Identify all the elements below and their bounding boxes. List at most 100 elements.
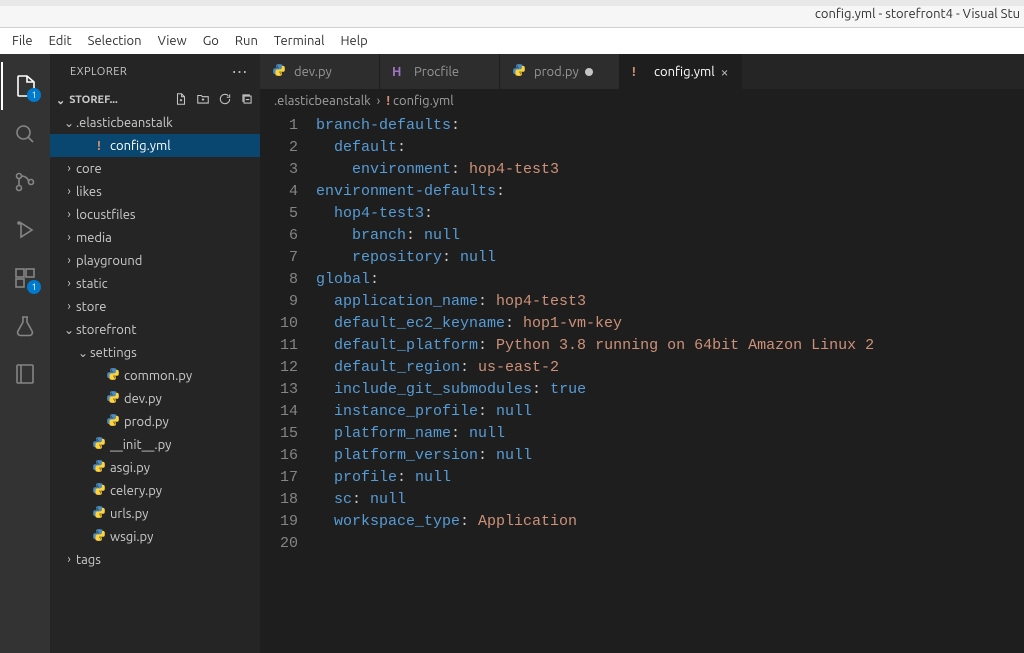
tab-dev.py[interactable]: dev.py — [260, 54, 380, 89]
editor-area: dev.py H Procfile prod.py! config.yml × .elas… — [260, 54, 1024, 653]
activity-other[interactable] — [1, 350, 49, 398]
tree-label: store — [76, 300, 106, 314]
refresh-icon[interactable] — [218, 92, 232, 109]
tree-label: wsgi.py — [110, 530, 153, 544]
menu-edit[interactable]: Edit — [41, 32, 80, 50]
tree-label: asgi.py — [110, 461, 150, 475]
chevron-icon: ⌄ — [62, 323, 76, 337]
chevron-icon: › — [62, 553, 76, 566]
chevron-icon: › — [62, 277, 76, 290]
menu-go[interactable]: Go — [195, 32, 227, 50]
activity-explorer[interactable]: 1 — [1, 62, 49, 110]
file-dev.py[interactable]: dev.py — [50, 387, 260, 410]
python-icon — [106, 367, 120, 384]
tree-label: celery.py — [110, 484, 162, 498]
tab-prod.py[interactable]: prod.py — [500, 54, 620, 89]
tab-Procfile[interactable]: H Procfile — [380, 54, 500, 89]
tree-label: .elasticbeanstalk — [76, 116, 173, 130]
tab-config.yml[interactable]: ! config.yml × — [620, 54, 742, 89]
folder-storefront[interactable]: ⌄storefront — [50, 318, 260, 341]
menu-terminal[interactable]: Terminal — [266, 32, 333, 50]
tree-label: config.yml — [110, 139, 171, 153]
menu-help[interactable]: Help — [332, 32, 375, 50]
tree-label: prod.py — [124, 415, 169, 429]
procfile-icon: H — [392, 65, 401, 79]
sidebar-more-icon[interactable]: ⋯ — [232, 62, 249, 81]
tab-label: config.yml — [654, 65, 715, 79]
folder-.elasticbeanstalk[interactable]: ⌄.elasticbeanstalk — [50, 111, 260, 134]
window-title: config.yml - storefront4 - Visual Stu — [815, 7, 1020, 21]
close-icon[interactable]: × — [721, 64, 729, 80]
folder-tags[interactable]: ›tags — [50, 548, 260, 571]
breadcrumb-item[interactable]: .elasticbeanstalk — [274, 94, 371, 108]
extensions-badge: 1 — [27, 280, 41, 294]
folder-settings[interactable]: ⌄settings — [50, 341, 260, 364]
file-urls.py[interactable]: urls.py — [50, 502, 260, 525]
python-icon — [512, 63, 526, 80]
folder-locustfiles[interactable]: ›locustfiles — [50, 203, 260, 226]
window-titlebar: config.yml - storefront4 - Visual Stu — [0, 0, 1024, 28]
file-config.yml[interactable]: !config.yml — [50, 134, 260, 157]
tab-label: prod.py — [534, 65, 579, 79]
python-icon — [92, 436, 106, 453]
menu-view[interactable]: View — [150, 32, 195, 50]
activity-search[interactable] — [1, 110, 49, 158]
python-icon — [92, 459, 106, 476]
python-icon — [272, 63, 286, 80]
menu-selection[interactable]: Selection — [80, 32, 150, 50]
activity-testing[interactable] — [1, 302, 49, 350]
chevron-icon: › — [62, 300, 76, 313]
file-tree: ⌄.elasticbeanstalk!config.yml›core›likes… — [50, 111, 260, 653]
explorer-badge: 1 — [27, 88, 41, 102]
file-asgi.py[interactable]: asgi.py — [50, 456, 260, 479]
file-common.py[interactable]: common.py — [50, 364, 260, 387]
activity-source-control[interactable] — [1, 158, 49, 206]
folder-store[interactable]: ›store — [50, 295, 260, 318]
tree-label: likes — [76, 185, 102, 199]
tree-label: media — [76, 231, 112, 245]
file-celery.py[interactable]: celery.py — [50, 479, 260, 502]
tree-label: settings — [90, 346, 137, 360]
menu-file[interactable]: File — [4, 32, 41, 50]
project-header[interactable]: ⌄ STOREF... — [50, 89, 260, 111]
tree-label: static — [76, 277, 108, 291]
new-folder-icon[interactable] — [196, 92, 210, 109]
new-file-icon[interactable] — [174, 92, 188, 109]
chevron-icon: › — [62, 254, 76, 267]
chevron-icon: › — [62, 162, 76, 175]
tree-label: playground — [76, 254, 142, 268]
tab-label: Procfile — [414, 65, 459, 79]
code-content[interactable]: branch-defaults:default:environment: hop… — [316, 113, 1024, 653]
collapse-all-icon[interactable] — [240, 92, 254, 109]
python-icon — [106, 390, 120, 407]
line-gutter: 1234567891011121314151617181920 — [260, 113, 316, 653]
python-icon — [92, 528, 106, 545]
python-icon — [106, 413, 120, 430]
tree-label: storefront — [76, 323, 136, 337]
chevron-down-icon: ⌄ — [56, 94, 65, 107]
project-name: STOREF... — [69, 94, 174, 106]
file-wsgi.py[interactable]: wsgi.py — [50, 525, 260, 548]
folder-core[interactable]: ›core — [50, 157, 260, 180]
folder-media[interactable]: ›media — [50, 226, 260, 249]
chevron-icon: ⌄ — [62, 116, 76, 130]
editor-tabs: dev.py H Procfile prod.py! config.yml × — [260, 54, 1024, 89]
folder-playground[interactable]: ›playground — [50, 249, 260, 272]
tree-label: urls.py — [110, 507, 148, 521]
activity-extensions[interactable]: 1 — [1, 254, 49, 302]
chevron-icon: ⌄ — [76, 346, 90, 360]
yaml-icon: ! — [632, 65, 636, 79]
file-__init__.py[interactable]: __init__.py — [50, 433, 260, 456]
editor[interactable]: 1234567891011121314151617181920 branch-d… — [260, 113, 1024, 653]
tree-label: locustfiles — [76, 208, 136, 222]
folder-likes[interactable]: ›likes — [50, 180, 260, 203]
breadcrumb-item[interactable]: ! config.yml — [386, 94, 453, 108]
breadcrumbs[interactable]: .elasticbeanstalk›! config.yml — [260, 89, 1024, 113]
folder-static[interactable]: ›static — [50, 272, 260, 295]
sidebar: EXPLORER ⋯ ⌄ STOREF... ⌄.elasticb — [50, 54, 260, 653]
menu-run[interactable]: Run — [227, 32, 266, 50]
python-icon — [92, 505, 106, 522]
tree-label: __init__.py — [110, 438, 171, 452]
activity-debug[interactable] — [1, 206, 49, 254]
file-prod.py[interactable]: prod.py — [50, 410, 260, 433]
